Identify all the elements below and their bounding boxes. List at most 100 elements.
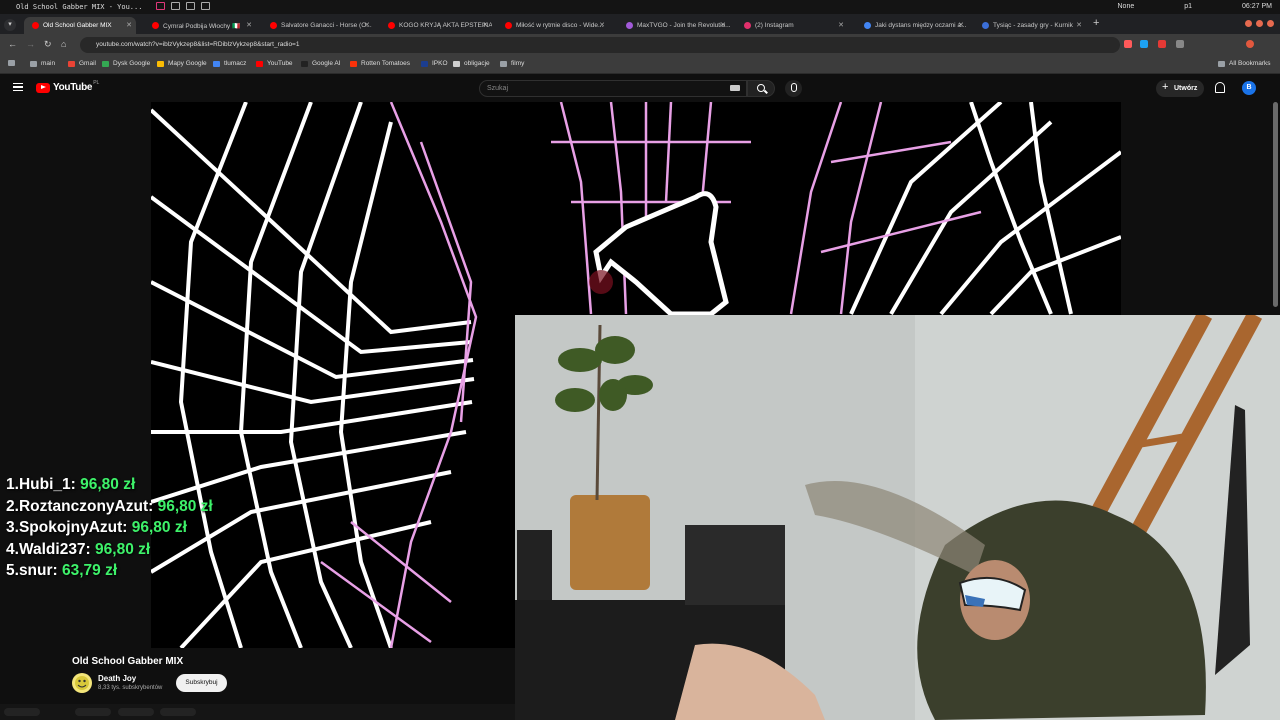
bookmark-item[interactable]: filmy (500, 60, 524, 67)
browser-tab[interactable]: Tysiąc - zasady gry - Kurnik ✕ (974, 17, 1086, 34)
browser-tab[interactable]: Old School Gabber MIX ✕ (24, 17, 136, 34)
tab-label: Salvatore Ganacci - Horse (O... (281, 22, 372, 29)
channel-avatar[interactable] (72, 673, 92, 693)
bookmark-label: obligacje (464, 60, 490, 67)
browser-tab[interactable]: Cymrał Podbija Włochy 🇮🇹 ✕ (144, 17, 256, 34)
tab-favicon-icon (152, 22, 159, 29)
region-code: PL (93, 79, 100, 86)
dancer-silhouette (593, 191, 729, 317)
bookmarks-bar: main Gmail Dysk Google Mapy Google tlumacz Yo… (0, 56, 1280, 74)
leaderboard-name: RoztanczonyAzut: (18, 497, 154, 515)
close-tab-icon[interactable]: ✕ (482, 21, 488, 29)
leaderboard-name: Waldi237: (18, 540, 91, 558)
close-tab-icon[interactable]: ✕ (838, 21, 844, 29)
bookmark-item[interactable]: tlumacz (213, 60, 246, 67)
home-icon[interactable]: ⌂ (61, 39, 66, 49)
bookmark-icon (350, 60, 357, 67)
tab-label: Tysiąc - zasady gry - Kurnik (993, 22, 1073, 29)
tab-favicon-icon (626, 22, 633, 29)
window-controls[interactable] (1245, 20, 1274, 27)
bookmark-label: Google AI (312, 60, 341, 67)
bookmark-label: tlumacz (224, 60, 247, 67)
workspace-switcher[interactable] (156, 2, 210, 10)
browser-tab[interactable]: Salvatore Ganacci - Horse (O... ✕ (262, 17, 374, 34)
webcam-overlay (515, 315, 1280, 720)
tray-status: None (1117, 3, 1135, 10)
bookmark-item[interactable]: Google AI (301, 60, 341, 67)
menu-icon[interactable] (13, 83, 23, 91)
window-title: Old School Gabber MIX - You... (16, 3, 143, 11)
action-chip[interactable] (118, 708, 154, 716)
video-title: Old School Gabber MIX (72, 656, 184, 667)
browser-tab[interactable]: KOGO KRYJĄ AKTA EPSTEINA... ✕ (380, 17, 492, 34)
bookmark-item[interactable]: obligacje (453, 60, 490, 67)
close-tab-icon[interactable]: ✕ (958, 21, 964, 29)
back-icon[interactable]: ← (8, 39, 17, 49)
bookmark-label: Dysk Google (113, 60, 151, 67)
action-chip[interactable] (75, 708, 111, 716)
action-chip[interactable] (160, 708, 196, 716)
leaderboard-rank: 1. (6, 476, 19, 493)
close-tab-icon[interactable]: ✕ (364, 21, 370, 29)
video-action-bar (0, 704, 515, 720)
bookmark-icon (30, 60, 37, 67)
leaderboard-rank: 5. (6, 562, 19, 579)
subscribe-button[interactable]: Subskrybuj (176, 674, 227, 692)
search-input[interactable]: Szukaj (479, 80, 747, 97)
create-button[interactable]: Utwórz (1156, 79, 1204, 97)
tab-list-icon[interactable]: ▾ (4, 19, 16, 31)
page-scrollbar[interactable] (1273, 102, 1278, 307)
tab-favicon-icon (388, 22, 395, 29)
tab-label: KOGO KRYJĄ AKTA EPSTEINA... (399, 22, 492, 29)
bookmark-item[interactable]: Mapy Google (157, 60, 207, 67)
channel-name[interactable]: Death Joy (98, 674, 136, 683)
close-tab-icon[interactable]: ✕ (246, 21, 252, 29)
browser-tab[interactable]: Miłość w rytmie disco - Wide... ✕ (497, 17, 609, 34)
bookmark-item[interactable]: Dysk Google (102, 60, 150, 67)
youtube-logo[interactable]: YouTube PL (36, 79, 100, 93)
extension-icon[interactable] (1158, 40, 1166, 48)
new-tab-button[interactable]: + (1093, 17, 1099, 29)
bookmark-icon (68, 60, 75, 67)
all-bookmarks[interactable]: All Bookmarks (1218, 60, 1271, 67)
leaderboard-amount: 96,80 zł (80, 476, 136, 493)
extension-icon[interactable] (1140, 40, 1148, 48)
leaderboard-row: 1.Hubi_1: 96,80 zł (6, 474, 213, 496)
bookmark-item[interactable]: IPKO (421, 60, 448, 67)
search-button[interactable] (747, 80, 775, 97)
close-tab-icon[interactable]: ✕ (126, 21, 132, 29)
close-tab-icon[interactable]: ✕ (599, 21, 605, 29)
bookmark-label: Mapy Google (168, 60, 207, 67)
leaderboard-amount: 96,80 zł (157, 497, 213, 515)
bookmark-item[interactable]: main (30, 60, 55, 67)
keyboard-icon[interactable] (730, 85, 740, 91)
microphone-icon[interactable] (785, 80, 802, 97)
bell-icon[interactable] (1215, 82, 1225, 93)
action-chip[interactable] (4, 708, 40, 716)
tab-favicon-icon (32, 22, 39, 29)
extension-icon[interactable] (1124, 40, 1132, 48)
url-input[interactable]: youtube.com/watch?v=iblzVykzep8&list=RDi… (80, 37, 1120, 53)
apps-icon[interactable] (8, 60, 19, 66)
tab-label: Miłość w rytmie disco - Wide... (516, 22, 604, 29)
bookmark-label: IPKO (432, 60, 448, 67)
bookmark-item[interactable]: Gmail (68, 60, 96, 67)
browser-tab[interactable]: (2) Instagram ✕ (736, 17, 848, 34)
tray-profile: p1 (1184, 3, 1193, 10)
extensions-icon[interactable] (1176, 40, 1184, 48)
browser-tab[interactable]: Jaki dystans między oczami a... ✕ (856, 17, 968, 34)
browser-tab[interactable]: MaxTVGO - Join the Revolutio... ✕ (618, 17, 730, 34)
youtube-play-icon (36, 82, 50, 93)
bookmark-item[interactable]: Rotten Tomatoes (350, 60, 410, 67)
forward-icon[interactable]: → (26, 39, 35, 49)
avatar[interactable]: B (1242, 81, 1256, 95)
bookmark-label: Gmail (79, 60, 96, 67)
close-tab-icon[interactable]: ✕ (1076, 21, 1082, 29)
bookmark-icon (500, 60, 507, 67)
leaderboard-amount: 96,80 zł (131, 519, 187, 536)
leaderboard-row: 4.Waldi237: 96,80 zł (6, 539, 213, 561)
bookmark-item[interactable]: YouTube (256, 60, 293, 67)
close-tab-icon[interactable]: ✕ (720, 21, 726, 29)
reload-icon[interactable]: ↻ (44, 39, 52, 50)
profile-icon[interactable] (1246, 40, 1254, 48)
